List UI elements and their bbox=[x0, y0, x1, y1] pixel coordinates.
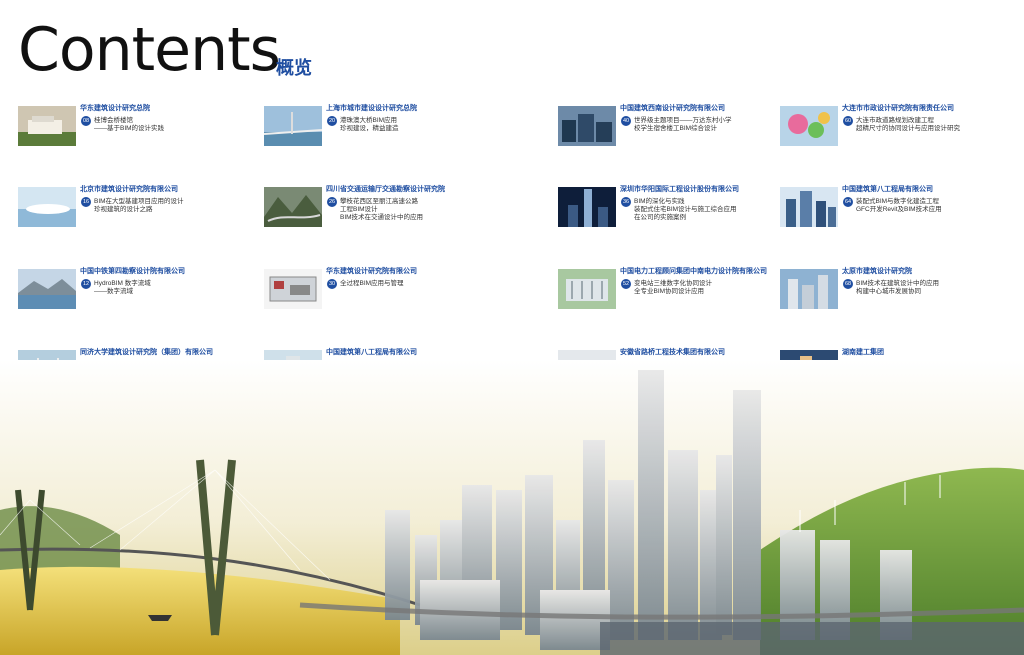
entry-organization: 中国建筑第八工程局有限公司 bbox=[842, 186, 933, 193]
entry-description: 装配式BIM与数字化建造工程 GFC开发Revit及BIM技术应用 bbox=[856, 198, 1016, 214]
city-skyline-illustration bbox=[0, 360, 1024, 655]
entry-description-line: 在公司的实施案例 bbox=[634, 214, 686, 221]
entry-description: BIM技术在建筑设计中的应用 构建中心城市发展协同 bbox=[856, 280, 1016, 296]
entry-thumbnail bbox=[558, 269, 616, 309]
entry-description-line: 桂博会桥楼馆 bbox=[94, 117, 133, 124]
contents-entry[interactable]: 大连市市政设计研究院有限责任公司 60 大连市政道路规划改建工程 超精尺寸的协同设计与… bbox=[780, 104, 1010, 164]
entry-thumbnail bbox=[264, 106, 322, 146]
entry-thumbnail bbox=[264, 187, 322, 227]
entry-description-line: 攀枝花西区至丽江高速公路 bbox=[340, 198, 418, 205]
entry-description-line: 世界级主题项目——万达东村小学 bbox=[634, 117, 732, 124]
entry-description-line: 校学生宿舍楼工BIM综合设计 bbox=[634, 125, 718, 132]
contents-entry[interactable]: 中国中铁第四勘察设计院有限公司 12 HydroBIM 数字流域 ——数字流域 bbox=[18, 267, 248, 327]
entry-organization: 中国中铁第四勘察设计院有限公司 bbox=[80, 268, 185, 275]
entry-organization: 中国建筑西南设计研究院有限公司 bbox=[620, 105, 725, 112]
entry-description-line: 港珠澳大桥BIM应用 bbox=[340, 117, 398, 124]
entry-description-line: 珍视建设，精益建造 bbox=[340, 125, 399, 132]
entry-thumbnail bbox=[18, 269, 76, 309]
contents-entry[interactable]: 太原市建筑设计研究院 68 BIM技术在建筑设计中的应用 构建中心城市发展协同 bbox=[780, 267, 1010, 327]
entry-organization: 华东建筑设计研究总院 bbox=[80, 105, 150, 112]
entry-thumbnail bbox=[780, 187, 838, 227]
entry-organization: 中国建筑第八工程局有限公司 bbox=[326, 349, 417, 356]
page-number-badge: 52 bbox=[621, 279, 631, 289]
entry-description-line: 全过程BIM应用与管理 bbox=[340, 280, 404, 287]
entry-description-line: BIM在大型基建项目应用的设计 bbox=[94, 198, 184, 205]
entry-description: 世界级主题项目——万达东村小学 校学生宿舍楼工BIM综合设计 bbox=[634, 117, 794, 133]
entry-organization: 深圳市华阳国际工程设计股份有限公司 bbox=[620, 186, 739, 193]
entry-description: 变电站三维数字化协同设计 全专业BIM协同设计应用 bbox=[634, 280, 794, 296]
entry-organization: 华东建筑设计研究院有限公司 bbox=[326, 268, 417, 275]
entry-description-line: 装配式BIM与数字化建造工程 bbox=[856, 198, 940, 205]
entry-organization: 大连市市政设计研究院有限责任公司 bbox=[842, 105, 954, 112]
contents-entry[interactable]: 上海市城市建设设计研究总院 20 港珠澳大桥BIM应用 珍视建设，精益建造 bbox=[264, 104, 494, 164]
entry-description-line: ——数字流域 bbox=[94, 288, 133, 295]
entry-description-line: 工程BIM设计 bbox=[340, 206, 378, 213]
entry-organization: 中国电力工程顾问集团中南电力设计院有限公司 bbox=[620, 268, 767, 275]
entry-thumbnail bbox=[780, 269, 838, 309]
entry-description: BIM的深化与实践 装配式住宅BIM设计与施工综合应用 在公司的实施案例 bbox=[634, 198, 794, 222]
page-number-badge: 20 bbox=[327, 116, 337, 126]
page-number-badge: 30 bbox=[327, 279, 337, 289]
contents-entry[interactable]: 中国电力工程顾问集团中南电力设计院有限公司 52 变电站三维数字化协同设计 全专业BI… bbox=[558, 267, 788, 327]
entry-description-line: 全专业BIM协同设计应用 bbox=[634, 288, 705, 295]
page-number-badge: 26 bbox=[327, 197, 337, 207]
page-number-badge: 08 bbox=[81, 116, 91, 126]
page-number-badge: 36 bbox=[621, 197, 631, 207]
entry-description-line: 珍视建筑的设计之路 bbox=[94, 206, 153, 213]
contents-entry[interactable]: 北京市建筑设计研究院有限公司 16 BIM在大型基建项目应用的设计 珍视建筑的设计之路 bbox=[18, 185, 248, 245]
entry-thumbnail bbox=[558, 187, 616, 227]
entry-description-line: 变电站三维数字化协同设计 bbox=[634, 280, 712, 287]
entry-thumbnail bbox=[18, 106, 76, 146]
entry-thumbnail bbox=[18, 187, 76, 227]
entry-organization: 太原市建筑设计研究院 bbox=[842, 268, 912, 275]
page-number-badge: 60 bbox=[843, 116, 853, 126]
entry-description: 全过程BIM应用与管理 bbox=[340, 280, 500, 288]
entry-thumbnail bbox=[780, 106, 838, 146]
contents-entry[interactable]: 华东建筑设计研究院有限公司 30 全过程BIM应用与管理 bbox=[264, 267, 494, 327]
page-number-badge: 12 bbox=[81, 279, 91, 289]
entry-description-line: 大连市政道路规划改建工程 bbox=[856, 117, 934, 124]
contents-entry[interactable]: 中国建筑西南设计研究院有限公司 40 世界级主题项目——万达东村小学 校学生宿舍楼工B… bbox=[558, 104, 788, 164]
page-number-badge: 40 bbox=[621, 116, 631, 126]
entry-description: 攀枝花西区至丽江高速公路 工程BIM设计 BIM技术在交通设计中的应用 bbox=[340, 198, 500, 222]
entry-description: 桂博会桥楼馆 ——基于BIM的设计实践 bbox=[94, 117, 254, 133]
entry-description-line: 装配式住宅BIM设计与施工综合应用 bbox=[634, 206, 737, 213]
contents-entry[interactable]: 四川省交通运输厅交通勘察设计研究院 26 攀枝花西区至丽江高速公路 工程BIM设计 BI… bbox=[264, 185, 494, 245]
page-number-badge: 16 bbox=[81, 197, 91, 207]
entry-description: 大连市政道路规划改建工程 超精尺寸的协同设计与应用设计研究 bbox=[856, 117, 1016, 133]
entry-description-line: BIM技术在交通设计中的应用 bbox=[340, 214, 424, 221]
entry-description: 港珠澳大桥BIM应用 珍视建设，精益建造 bbox=[340, 117, 500, 133]
entry-description-line: 超精尺寸的协同设计与应用设计研究 bbox=[856, 125, 960, 132]
entry-description-line: GFC开发Revit及BIM技术应用 bbox=[856, 206, 942, 213]
entry-description: HydroBIM 数字流域 ——数字流域 bbox=[94, 280, 254, 296]
entry-description-line: BIM技术在建筑设计中的应用 bbox=[856, 280, 940, 287]
entry-organization: 四川省交通运输厅交通勘察设计研究院 bbox=[326, 186, 445, 193]
page-number-badge: 64 bbox=[843, 197, 853, 207]
entry-organization: 同济大学建筑设计研究院（集团）有限公司 bbox=[80, 349, 213, 356]
entry-organization: 安徽省路桥工程技术集团有限公司 bbox=[620, 349, 725, 356]
page-number-badge: 68 bbox=[843, 279, 853, 289]
entry-thumbnail bbox=[264, 269, 322, 309]
entry-organization: 湖南建工集团 bbox=[842, 349, 884, 356]
entry-organization: 上海市城市建设设计研究总院 bbox=[326, 105, 417, 112]
entry-description-line: BIM的深化与实践 bbox=[634, 198, 685, 205]
entry-description-line: HydroBIM 数字流域 bbox=[94, 280, 151, 287]
entry-description-line: 构建中心城市发展协同 bbox=[856, 288, 921, 295]
entry-description-line: ——基于BIM的设计实践 bbox=[94, 125, 165, 132]
entry-description: BIM在大型基建项目应用的设计 珍视建筑的设计之路 bbox=[94, 198, 254, 214]
page-title: Contents bbox=[18, 15, 281, 85]
contents-entry[interactable]: 华东建筑设计研究总院 08 桂博会桥楼馆 ——基于BIM的设计实践 bbox=[18, 104, 248, 164]
page-subtitle: 概览 bbox=[276, 58, 312, 78]
entry-thumbnail bbox=[558, 106, 616, 146]
entry-organization: 北京市建筑设计研究院有限公司 bbox=[80, 186, 178, 193]
contents-entry[interactable]: 中国建筑第八工程局有限公司 64 装配式BIM与数字化建造工程 GFC开发Revit及… bbox=[780, 185, 1010, 245]
contents-entry[interactable]: 深圳市华阳国际工程设计股份有限公司 36 BIM的深化与实践 装配式住宅BIM设计与施… bbox=[558, 185, 788, 245]
